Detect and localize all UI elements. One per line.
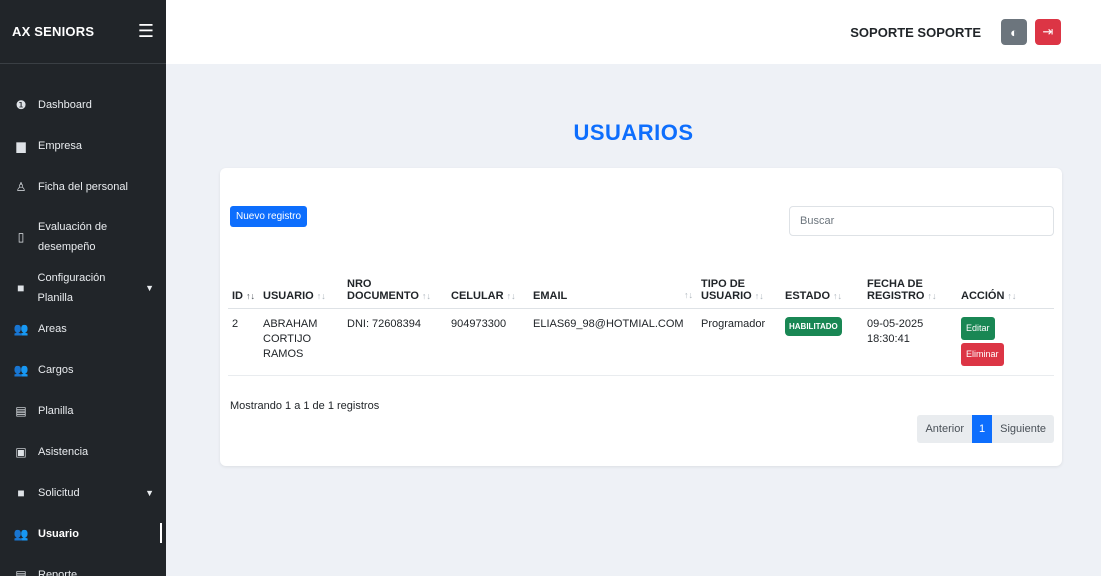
pagination-page-1[interactable]: 1 — [972, 415, 993, 443]
folder-icon: ■ — [17, 485, 25, 500]
new-record-button[interactable]: Nuevo registro — [230, 206, 308, 227]
sidebar-item-label: Dashboard — [38, 98, 92, 111]
building-icon: ▆ — [16, 138, 26, 153]
logout-icon: ⇥ — [1042, 24, 1054, 39]
info-circle-icon: ❶ — [15, 97, 27, 112]
folder-icon: ■ — [17, 280, 25, 295]
cell-fecha: 09-05-2025 18:30:41 — [863, 308, 957, 376]
badge-icon: ▣ — [15, 444, 27, 459]
sidebar-item-label: Cargos — [38, 363, 74, 376]
col-header-accion[interactable]: ACCIÓN ↑↓ — [957, 258, 1054, 309]
users-icon: 👥 — [13, 362, 29, 377]
sidebar-item-dashboard[interactable]: ❶ Dashboard — [0, 84, 166, 125]
sidebar-item-label: Asistencia — [38, 445, 89, 458]
cell-accion: Editar Eliminar — [957, 308, 1054, 376]
file-icon: ▤ — [15, 403, 27, 418]
cell-usuario: ABRAHAM CORTIJO RAMOS — [259, 308, 343, 376]
sidebar-item-asistencia[interactable]: ▣ Asistencia — [0, 431, 166, 472]
sidebar-item-label: Reporte — [38, 568, 78, 576]
sidebar-item-label: Ficha del personal — [38, 180, 128, 193]
sidebar-item-empresa[interactable]: ▆ Empresa — [0, 125, 166, 166]
col-header-email[interactable]: EMAIL ↑↓ — [529, 258, 697, 309]
col-header-usuario[interactable]: USUARIO ↑↓ — [259, 258, 343, 309]
page-title: USUARIOS — [573, 120, 694, 145]
sort-icon: ↑↓ — [754, 290, 764, 301]
sort-icon: ↑↓ — [927, 290, 937, 301]
sidebar-item-areas[interactable]: 👥 Areas — [0, 308, 166, 349]
sidebar: AX SENIORS ☰ ❶ Dashboard ▆ Empresa ♙ Fic… — [0, 0, 166, 576]
topbar: SOPORTE SOPORTE ◐ ⇥ — [166, 0, 1101, 64]
sidebar-item-label: Empresa — [38, 139, 83, 152]
users-icon: 👥 — [13, 526, 29, 541]
cell-id: 2 — [228, 308, 259, 376]
search-input[interactable] — [789, 206, 1054, 236]
sidebar-item-cargos[interactable]: 👥 Cargos — [0, 349, 166, 390]
user-name[interactable]: SOPORTE SOPORTE — [850, 25, 981, 40]
table-info: Mostrando 1 a 1 de 1 registros — [230, 400, 380, 412]
sort-icon: ↑↓ — [1007, 290, 1017, 301]
edit-button[interactable]: Editar — [961, 316, 995, 340]
cell-estado: HABILITADO — [781, 308, 863, 376]
col-header-celular[interactable]: CELULAR ↑↓ — [447, 258, 529, 309]
sidebar-item-label: Planilla — [38, 404, 74, 417]
users-icon: 👥 — [13, 321, 29, 336]
caret-down-icon: ▼ — [145, 282, 154, 293]
sidebar-item-label: Evaluación de desempeño — [38, 221, 108, 253]
contrast-icon: ◐ — [1010, 24, 1018, 40]
col-header-id[interactable]: ID ↑↓ — [228, 258, 259, 309]
table-row: 2 ABRAHAM CORTIJO RAMOS DNI: 72608394 90… — [228, 308, 1054, 376]
sort-icon: ↑↓ — [506, 290, 516, 301]
cell-celular: 904973300 — [447, 308, 529, 376]
sidebar-item-label: Usuario — [38, 527, 79, 540]
col-header-tipo-usuario[interactable]: TIPO DE USUARIO ↑↓ — [697, 258, 781, 309]
sidebar-item-label: Areas — [38, 322, 67, 335]
pagination-prev[interactable]: Anterior — [917, 415, 972, 443]
sidebar-item-label: Solicitud — [38, 486, 80, 499]
delete-button[interactable]: Eliminar — [961, 342, 1004, 366]
col-header-fecha-registro[interactable]: FECHA DE REGISTRO ↑↓ — [863, 258, 957, 309]
brand-bar: AX SENIORS ☰ — [0, 0, 166, 64]
sidebar-item-evaluacion[interactable]: ▯ Evaluación de desempeño — [0, 207, 166, 267]
cell-documento: DNI: 72608394 — [343, 308, 447, 376]
logout-button[interactable]: ⇥ — [1035, 19, 1061, 45]
table-header-row: ID ↑↓ USUARIO ↑↓ NRO DOCUMENTO ↑↓ CELULAR ↑↓ … — [228, 258, 1054, 309]
cell-email: ELIAS69_98@HOTMIAL.COM — [529, 308, 697, 376]
status-badge: HABILITADO — [785, 316, 842, 336]
theme-toggle-button[interactable]: ◐ — [1001, 19, 1027, 45]
sidebar-item-label: Configuración Planilla — [37, 271, 106, 304]
sidebar-item-ficha-personal[interactable]: ♙ Ficha del personal — [0, 166, 166, 207]
person-icon: ♙ — [15, 179, 27, 194]
col-header-estado[interactable]: ESTADO ↑↓ — [781, 258, 863, 309]
sort-icon: ↑↓ — [246, 290, 255, 301]
sidebar-nav: ❶ Dashboard ▆ Empresa ♙ Ficha del person… — [0, 64, 166, 576]
sidebar-item-planilla[interactable]: ▤ Planilla — [0, 390, 166, 431]
sort-icon: ↑↓ — [684, 289, 693, 300]
caret-down-icon: ▼ — [145, 487, 154, 498]
sidebar-item-reporte[interactable]: ▤ Reporte — [0, 554, 166, 576]
cell-tipo: Programador — [697, 308, 781, 376]
sidebar-item-usuario[interactable]: 👥 Usuario — [0, 513, 166, 554]
sidebar-item-configuracion-planilla[interactable]: ■ Configuración Planilla ▼ — [0, 267, 166, 308]
sort-icon: ↑↓ — [316, 290, 326, 301]
hamburger-menu-icon[interactable]: ☰ — [138, 21, 154, 42]
users-card: Nuevo registro ID↑↓ USUARIO↑↓ NRODOCUMEN… — [220, 168, 1062, 466]
file-icon: ▤ — [15, 567, 27, 576]
users-table: ID ↑↓ USUARIO ↑↓ NRO DOCUMENTO ↑↓ CELULAR ↑↓ … — [228, 258, 1054, 376]
pagination-next[interactable]: Siguiente — [992, 415, 1054, 443]
brand-name: AX SENIORS — [12, 24, 95, 39]
pagination: Anterior 1 Siguiente — [917, 415, 1054, 443]
sort-icon: ↑↓ — [833, 290, 843, 301]
clipboard-icon: ▯ — [17, 230, 25, 244]
sort-icon: ↑↓ — [421, 290, 431, 301]
col-header-documento[interactable]: NRO DOCUMENTO ↑↓ — [343, 258, 447, 309]
sidebar-item-solicitud[interactable]: ■ Solicitud ▼ — [0, 472, 166, 513]
